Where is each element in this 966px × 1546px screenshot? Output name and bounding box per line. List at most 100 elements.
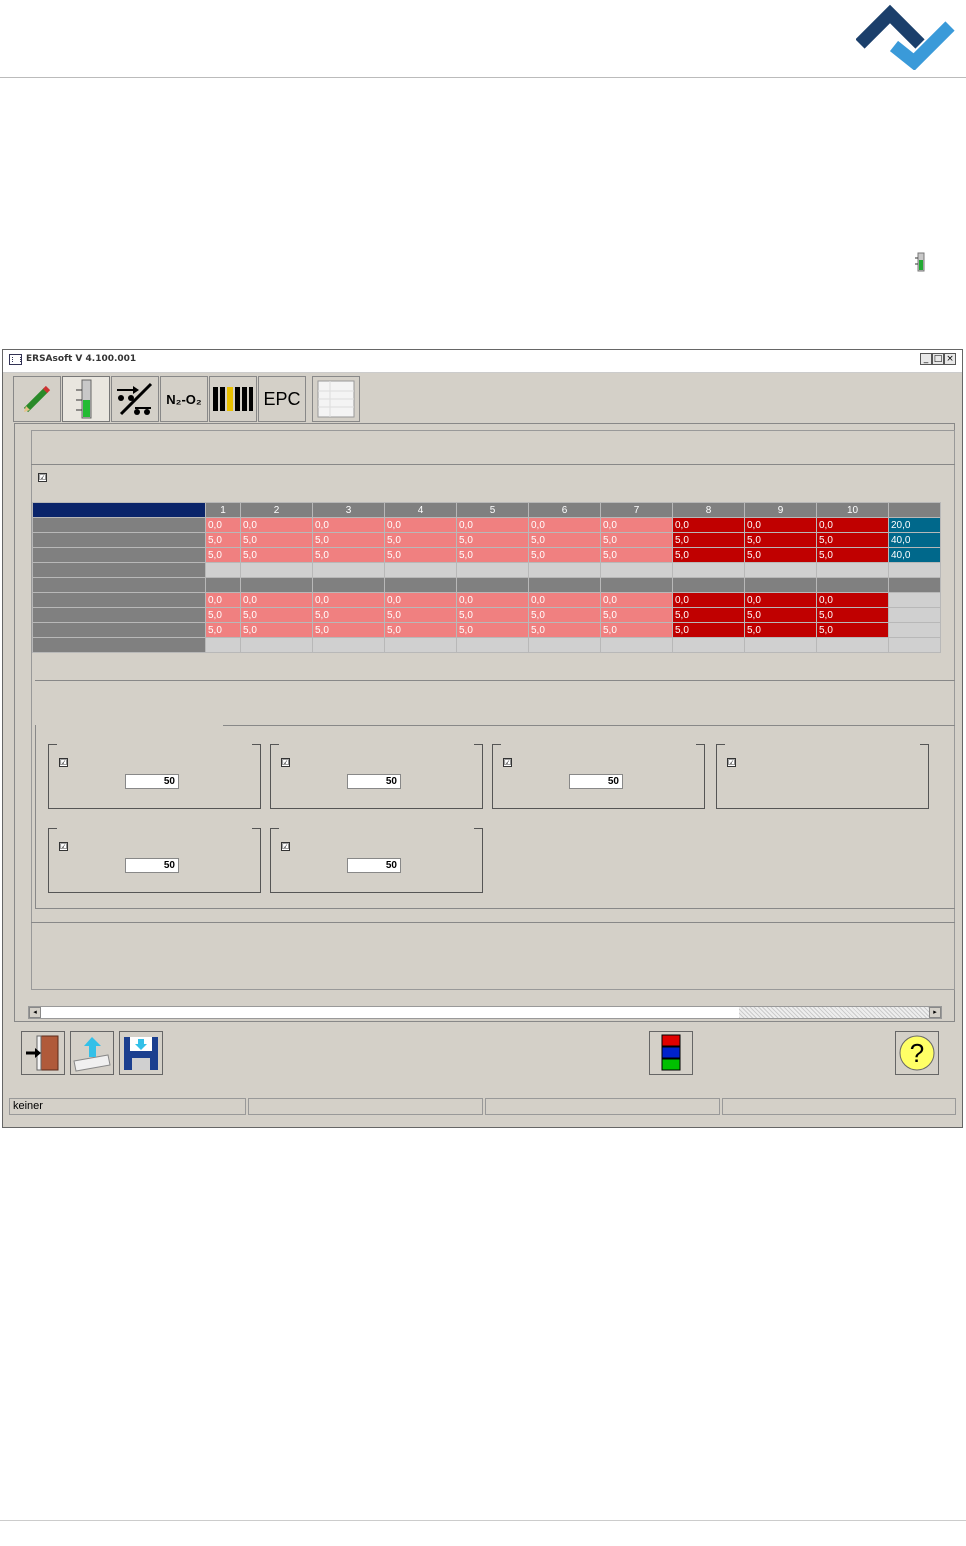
group-checkbox[interactable]: ☑	[59, 842, 68, 851]
row-label[interactable]	[32, 517, 206, 533]
grid-cell[interactable]	[600, 637, 673, 653]
grid-cell[interactable]: 5,0	[456, 622, 529, 638]
grid-cell[interactable]: 5,0	[205, 622, 241, 638]
grid-cell[interactable]	[240, 577, 313, 593]
grid-cell[interactable]	[672, 637, 745, 653]
row-label[interactable]	[32, 547, 206, 563]
grid-cell[interactable]	[744, 562, 817, 578]
group-value-field[interactable]: 50	[347, 774, 401, 789]
grid-cell[interactable]	[312, 562, 385, 578]
epc-button[interactable]: EPC	[258, 376, 306, 422]
grid-cell[interactable]: 5,0	[240, 622, 313, 638]
column-header[interactable]: 5	[456, 502, 529, 518]
grid-cell[interactable]: 5,0	[600, 607, 673, 623]
group-value-field[interactable]: 50	[347, 858, 401, 873]
group-value-field[interactable]: 50	[125, 774, 179, 789]
grid-cell[interactable]: 5,0	[456, 607, 529, 623]
column-header[interactable]: 6	[528, 502, 601, 518]
grid-cell[interactable]: 5,0	[528, 622, 601, 638]
document-button[interactable]	[312, 376, 360, 422]
grid-cell[interactable]: 5,0	[816, 622, 889, 638]
grid-cell[interactable]	[384, 637, 457, 653]
column-header[interactable]: 2	[240, 502, 313, 518]
row-label[interactable]	[32, 592, 206, 608]
grid-cell[interactable]: 5,0	[528, 547, 601, 563]
group-checkbox[interactable]: ☑	[727, 758, 736, 767]
grid-cell[interactable]: 0,0	[456, 592, 529, 608]
grid-cell[interactable]: 5,0	[312, 622, 385, 638]
grid-cell[interactable]	[888, 622, 941, 638]
grid-cell[interactable]	[528, 562, 601, 578]
grid-cell[interactable]: 5,0	[528, 607, 601, 623]
grid-cell[interactable]: 5,0	[456, 547, 529, 563]
grid-cell[interactable]: 0,0	[600, 517, 673, 533]
grid-cell[interactable]	[456, 562, 529, 578]
row-label[interactable]	[32, 637, 206, 653]
grid-cell[interactable]: 5,0	[240, 607, 313, 623]
grid-cell[interactable]: 0,0	[384, 592, 457, 608]
grid-cell[interactable]	[205, 577, 241, 593]
grid-cell[interactable]: 0,0	[816, 592, 889, 608]
column-header[interactable]: 7	[600, 502, 673, 518]
column-header[interactable]: 10	[816, 502, 889, 518]
grid-cell[interactable]	[456, 637, 529, 653]
grid-cell[interactable]: 0,0	[672, 517, 745, 533]
nitrogen-oxygen-button[interactable]: N₂-O₂	[160, 376, 208, 422]
column-header[interactable]: 3	[312, 502, 385, 518]
grid-cell[interactable]: 0,0	[205, 517, 241, 533]
grid-cell[interactable]: 5,0	[312, 607, 385, 623]
grid-cell[interactable]: 0,0	[528, 517, 601, 533]
grid-cell[interactable]: 0,0	[384, 517, 457, 533]
grid-cell[interactable]: 5,0	[384, 532, 457, 548]
column-header[interactable]	[888, 502, 941, 518]
grid-cell[interactable]: 5,0	[205, 547, 241, 563]
grid-cell[interactable]	[888, 637, 941, 653]
group-value-field[interactable]: 50	[125, 858, 179, 873]
scroll-left-arrow[interactable]: ◂	[29, 1007, 41, 1018]
grid-cell[interactable]: 5,0	[672, 532, 745, 548]
grid-cell[interactable]: 5,0	[600, 532, 673, 548]
horizontal-scrollbar[interactable]: ◂ ▸	[28, 1006, 942, 1019]
grid-cell[interactable]: 5,0	[312, 532, 385, 548]
grid-cell[interactable]: 5,0	[456, 532, 529, 548]
grid-cell[interactable]	[816, 562, 889, 578]
group-checkbox[interactable]: ☑	[281, 758, 290, 767]
group-checkbox[interactable]: ☑	[503, 758, 512, 767]
grid-cell[interactable]	[205, 562, 241, 578]
scroll-right-arrow[interactable]: ▸	[929, 1007, 941, 1018]
column-header[interactable]: 8	[672, 502, 745, 518]
close-button[interactable]: ×	[944, 353, 956, 365]
column-header[interactable]: 9	[744, 502, 817, 518]
row-label[interactable]	[32, 607, 206, 623]
grid-cell[interactable]	[672, 577, 745, 593]
grid-cell[interactable]: 5,0	[600, 547, 673, 563]
grid-cell[interactable]	[528, 637, 601, 653]
grid-cell[interactable]: 5,0	[384, 607, 457, 623]
grid-cell[interactable]	[888, 562, 941, 578]
zones-button[interactable]	[209, 376, 257, 422]
grid-cell[interactable]: 5,0	[672, 622, 745, 638]
grid-cell[interactable]: 0,0	[672, 592, 745, 608]
grid-cell[interactable]: 5,0	[672, 547, 745, 563]
scroll-thumb[interactable]	[739, 1007, 929, 1018]
upload-button[interactable]	[70, 1031, 114, 1075]
grid-cell[interactable]: 5,0	[744, 532, 817, 548]
grid-cell[interactable]: 0,0	[312, 592, 385, 608]
grid-cell[interactable]	[312, 577, 385, 593]
grid-cell[interactable]: 5,0	[205, 532, 241, 548]
save-button[interactable]	[119, 1031, 163, 1075]
help-button[interactable]: ?	[895, 1031, 939, 1075]
grid-cell[interactable]: 0,0	[744, 517, 817, 533]
row-label[interactable]	[32, 562, 206, 578]
group-value-field[interactable]: 50	[569, 774, 623, 789]
grid-cell[interactable]: 5,0	[816, 532, 889, 548]
grid-cell[interactable]	[384, 577, 457, 593]
grid-cell[interactable]	[312, 637, 385, 653]
column-header[interactable]: 4	[384, 502, 457, 518]
grid-cell[interactable]	[384, 562, 457, 578]
grid-cell[interactable]	[888, 592, 941, 608]
grid-cell[interactable]	[528, 577, 601, 593]
grid-cell[interactable]: 40,0	[888, 532, 941, 548]
row-label[interactable]	[32, 622, 206, 638]
grid-cell[interactable]: 20,0	[888, 517, 941, 533]
